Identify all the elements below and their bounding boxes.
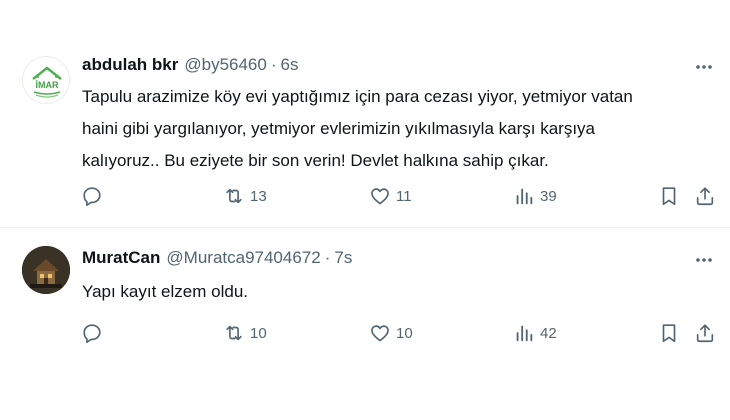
view-count: 42 [540, 324, 557, 342]
heart-icon [371, 188, 389, 205]
timestamp[interactable]: 6s [281, 55, 299, 75]
bookmark-icon [662, 324, 676, 343]
display-name[interactable]: abdulah bkr [82, 55, 178, 75]
separator-dot: · [324, 248, 331, 267]
separator-dot: · [270, 55, 277, 74]
user-handle[interactable]: @Muratca97404672 [166, 248, 320, 268]
tweet-text-line: haini gibi yargılanıyor, yetmiyor evleri… [82, 119, 595, 138]
reply-button[interactable] [81, 318, 103, 348]
house-photo-icon [22, 246, 70, 294]
tweet-text-line: Tapulu arazimize köy evi yaptığımız için… [82, 87, 633, 106]
tweet-1[interactable]: İMAR abdulah bkr @by56460 · 6s Tapulu ar… [0, 0, 730, 228]
imar-logo-icon: İMAR [23, 57, 69, 103]
repost-button[interactable]: 13 [223, 181, 267, 211]
like-count: 11 [396, 187, 412, 205]
views-button[interactable]: 42 [513, 318, 557, 348]
repost-button[interactable]: 10 [223, 318, 267, 348]
views-icon [516, 188, 533, 205]
tweet-header: MuratCan @Muratca97404672 · 7s [82, 246, 352, 270]
like-count: 10 [396, 324, 413, 342]
user-handle[interactable]: @by56460 [184, 55, 267, 75]
action-bar: 13 11 39 [0, 181, 730, 211]
tweet-header: abdulah bkr @by56460 · 6s [82, 53, 299, 77]
avatar-text: İMAR [36, 80, 59, 90]
share-button[interactable] [694, 181, 716, 211]
more-horizontal-icon [696, 65, 712, 69]
tweet-2[interactable]: MuratCan @Muratca97404672 · 7s Yapı kayı… [0, 228, 730, 420]
more-button[interactable] [692, 248, 716, 272]
tweet-text: Yapı kayıt elzem oldu. [82, 276, 682, 308]
heart-icon [371, 325, 389, 342]
bookmark-button[interactable] [658, 318, 680, 348]
more-button[interactable] [692, 55, 716, 79]
display-name[interactable]: MuratCan [82, 248, 160, 268]
avatar[interactable]: İMAR [22, 56, 70, 104]
repost-count: 10 [250, 324, 267, 342]
reply-icon [83, 187, 101, 206]
timestamp[interactable]: 7s [334, 248, 352, 268]
repost-count: 13 [250, 187, 267, 205]
reply-button[interactable] [81, 181, 103, 211]
repost-icon [226, 325, 242, 341]
avatar[interactable] [22, 246, 70, 294]
reply-icon [83, 324, 101, 343]
tweet-text-line: Yapı kayıt elzem oldu. [82, 282, 248, 301]
views-button[interactable]: 39 [513, 181, 557, 211]
repost-icon [226, 188, 242, 204]
share-icon [696, 187, 714, 206]
views-icon [516, 325, 533, 342]
bookmark-icon [662, 187, 676, 206]
bookmark-button[interactable] [658, 181, 680, 211]
like-button[interactable]: 10 [369, 318, 413, 348]
share-icon [696, 324, 714, 343]
like-button[interactable]: 11 [369, 181, 412, 211]
view-count: 39 [540, 187, 557, 205]
action-bar: 10 10 42 [0, 318, 730, 348]
tweet-text-line: kalıyoruz.. Bu eziyete bir son verin! De… [82, 151, 549, 170]
more-horizontal-icon [696, 258, 712, 262]
tweet-text: Tapulu arazimize köy evi yaptığımız için… [82, 81, 682, 177]
share-button[interactable] [694, 318, 716, 348]
